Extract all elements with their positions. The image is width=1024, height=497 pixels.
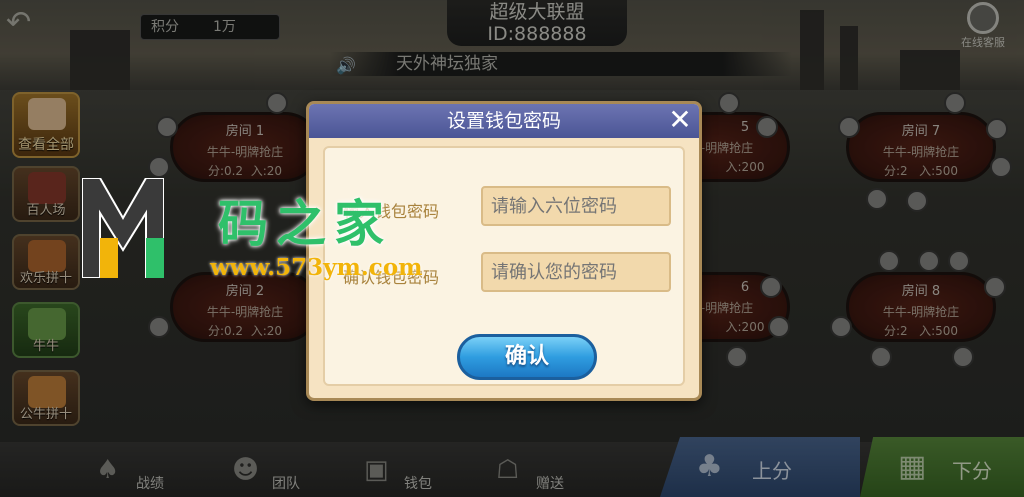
watermark-logo (82, 178, 164, 278)
dialog-header: 设置钱包密码 ✕ (309, 104, 699, 138)
password-input[interactable] (481, 186, 671, 226)
watermark-logo-orange (100, 238, 118, 278)
close-button[interactable]: ✕ (665, 106, 695, 136)
watermark-title: 码之家 (218, 195, 392, 253)
watermark-url: www.573ym.com (210, 254, 423, 281)
watermark-logo-green (146, 238, 164, 278)
close-icon: ✕ (668, 103, 692, 136)
confirm-password-input[interactable] (481, 252, 671, 292)
confirm-button[interactable]: 确认 (457, 334, 597, 380)
dialog-title: 设置钱包密码 (446, 110, 561, 132)
